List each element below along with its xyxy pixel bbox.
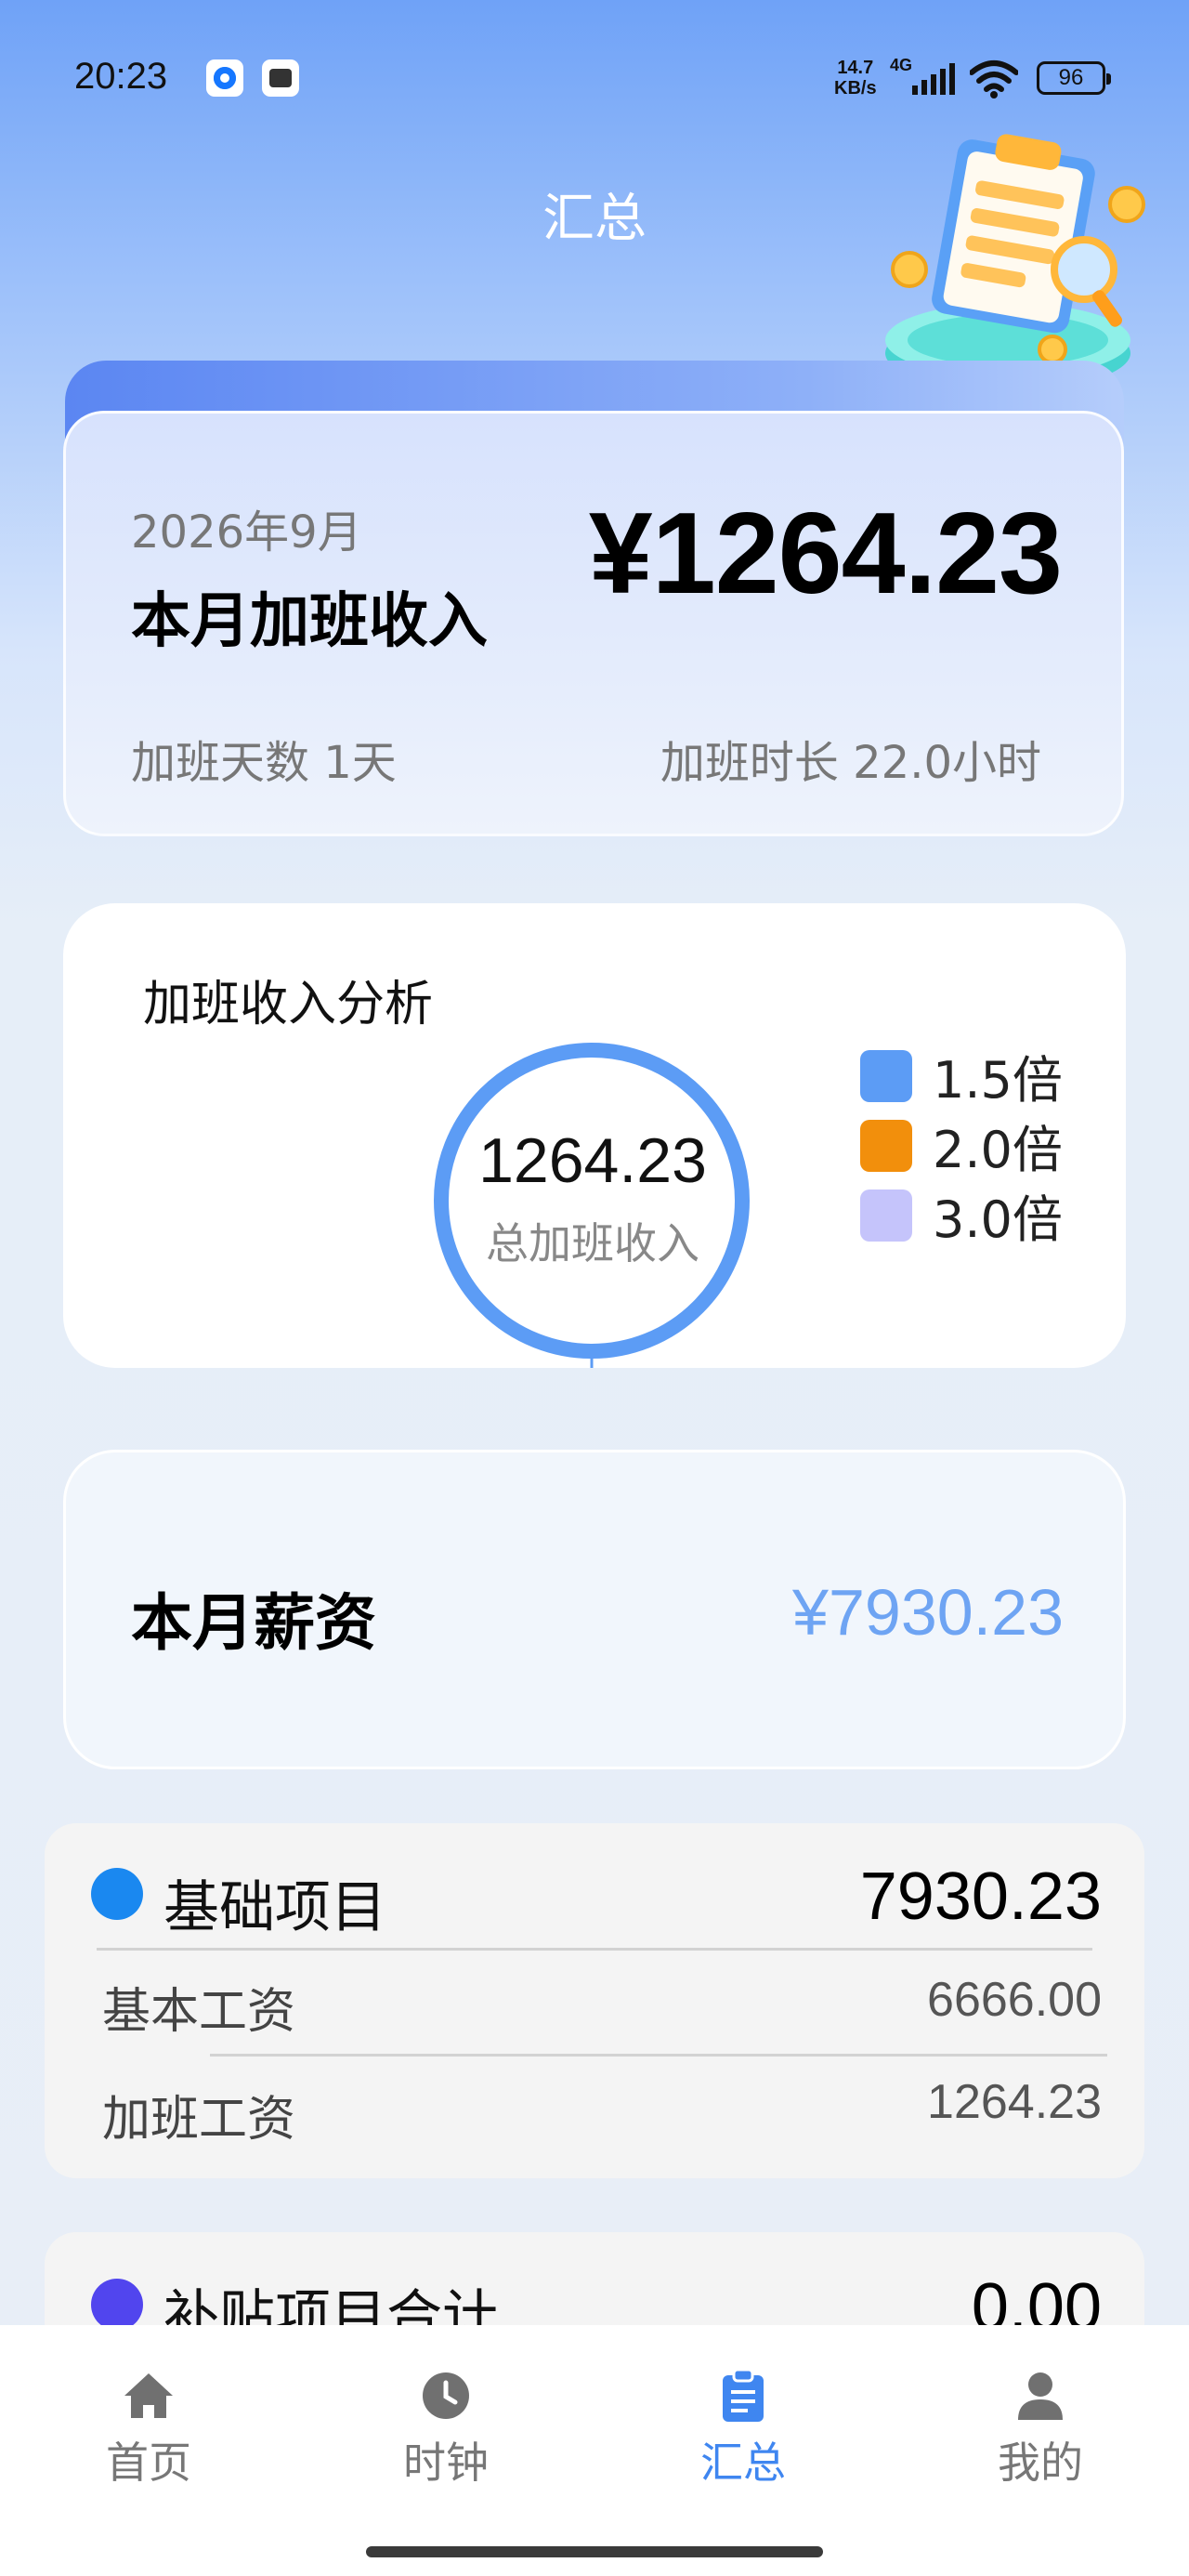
nav-profile[interactable]: 我的 (947, 2368, 1133, 2491)
overtime-pay-value: 1264.23 (927, 2075, 1102, 2129)
monthly-salary-card[interactable]: 本月薪资 ¥7930.23 (63, 1450, 1126, 1769)
base-items-card: 基础项目 7930.23 基本工资 6666.00 加班工资 1264.23 (45, 1823, 1144, 2178)
divider (97, 1948, 1092, 1951)
subsidy-dot-icon (91, 2279, 143, 2331)
overtime-days: 加班天数 1天 (131, 737, 397, 789)
donut-ring (434, 1043, 750, 1359)
legend-label: 3.0倍 (933, 1190, 1063, 1249)
app-notification-icon (206, 59, 243, 97)
overtime-hours: 加班时长 22.0小时 (660, 737, 1041, 789)
legend-item-2-0x[interactable]: 2.0倍 (860, 1111, 1063, 1180)
income-donut-chart (434, 1043, 750, 1368)
app-notification-icon-2 (262, 59, 299, 97)
monthly-overtime-income-card: 2026年9月 本月加班收入 ¥1264.23 加班天数 1天 加班时长 22.… (63, 411, 1124, 836)
salary-value: ¥7930.23 (792, 1576, 1064, 1649)
donut-center-value: 1264.23 (478, 1125, 707, 1196)
person-icon (1018, 2372, 1063, 2420)
nav-summary[interactable]: 汇总 (650, 2368, 836, 2491)
overtime-pay-label: 加班工资 (102, 2092, 296, 2148)
base-items-dot-icon (91, 1868, 143, 1920)
clock-icon (423, 2372, 469, 2419)
legend-label: 1.5倍 (933, 1051, 1063, 1110)
salary-label: 本月薪资 (131, 1587, 376, 1659)
signal-icon (912, 63, 955, 95)
base-items-total: 7930.23 (859, 1860, 1102, 1934)
nav-clock[interactable]: 时钟 (353, 2368, 539, 2491)
nav-label: 首页 (106, 2438, 191, 2488)
legend-swatch (860, 1189, 912, 1242)
wifi-icon (970, 60, 1018, 99)
network-speed: 14.7 KB/s (834, 58, 877, 99)
income-label: 本月加班收入 (131, 587, 488, 656)
legend-swatch (860, 1119, 912, 1172)
divider (210, 2054, 1107, 2057)
base-salary-label: 基本工资 (102, 1984, 296, 2040)
legend-item-1-5x[interactable]: 1.5倍 (860, 1041, 1063, 1111)
home-indicator[interactable] (366, 2546, 823, 2557)
income-analysis-card: 加班收入分析 1264.23 总加班收入 1.5倍 2.0倍 3.0倍 (63, 903, 1126, 1368)
donut-center-caption: 总加班收入 (486, 1218, 699, 1268)
nav-home[interactable]: 首页 (56, 2368, 242, 2491)
base-items-title: 基础项目 (163, 1875, 386, 1940)
battery-icon: 96 (1037, 61, 1111, 95)
legend-item-3-0x[interactable]: 3.0倍 (860, 1180, 1063, 1250)
nav-label: 我的 (998, 2438, 1083, 2488)
nav-label: 汇总 (700, 2438, 786, 2488)
status-time: 20:23 (74, 56, 168, 97)
bottom-navigation: 首页 时钟 汇总 我的 (0, 2325, 1189, 2576)
analysis-title: 加班收入分析 (143, 977, 434, 1032)
chart-legend: 1.5倍 2.0倍 3.0倍 (860, 1041, 1063, 1250)
income-amount: ¥1264.23 (588, 490, 1063, 618)
home-icon (124, 2373, 173, 2418)
legend-label: 2.0倍 (933, 1121, 1063, 1179)
legend-swatch (860, 1049, 912, 1102)
base-salary-value: 6666.00 (927, 1973, 1102, 2027)
clipboard-icon (723, 2368, 764, 2422)
income-month[interactable]: 2026年9月 (131, 495, 362, 560)
network-type: 4G (890, 56, 913, 74)
nav-label: 时钟 (403, 2438, 489, 2488)
